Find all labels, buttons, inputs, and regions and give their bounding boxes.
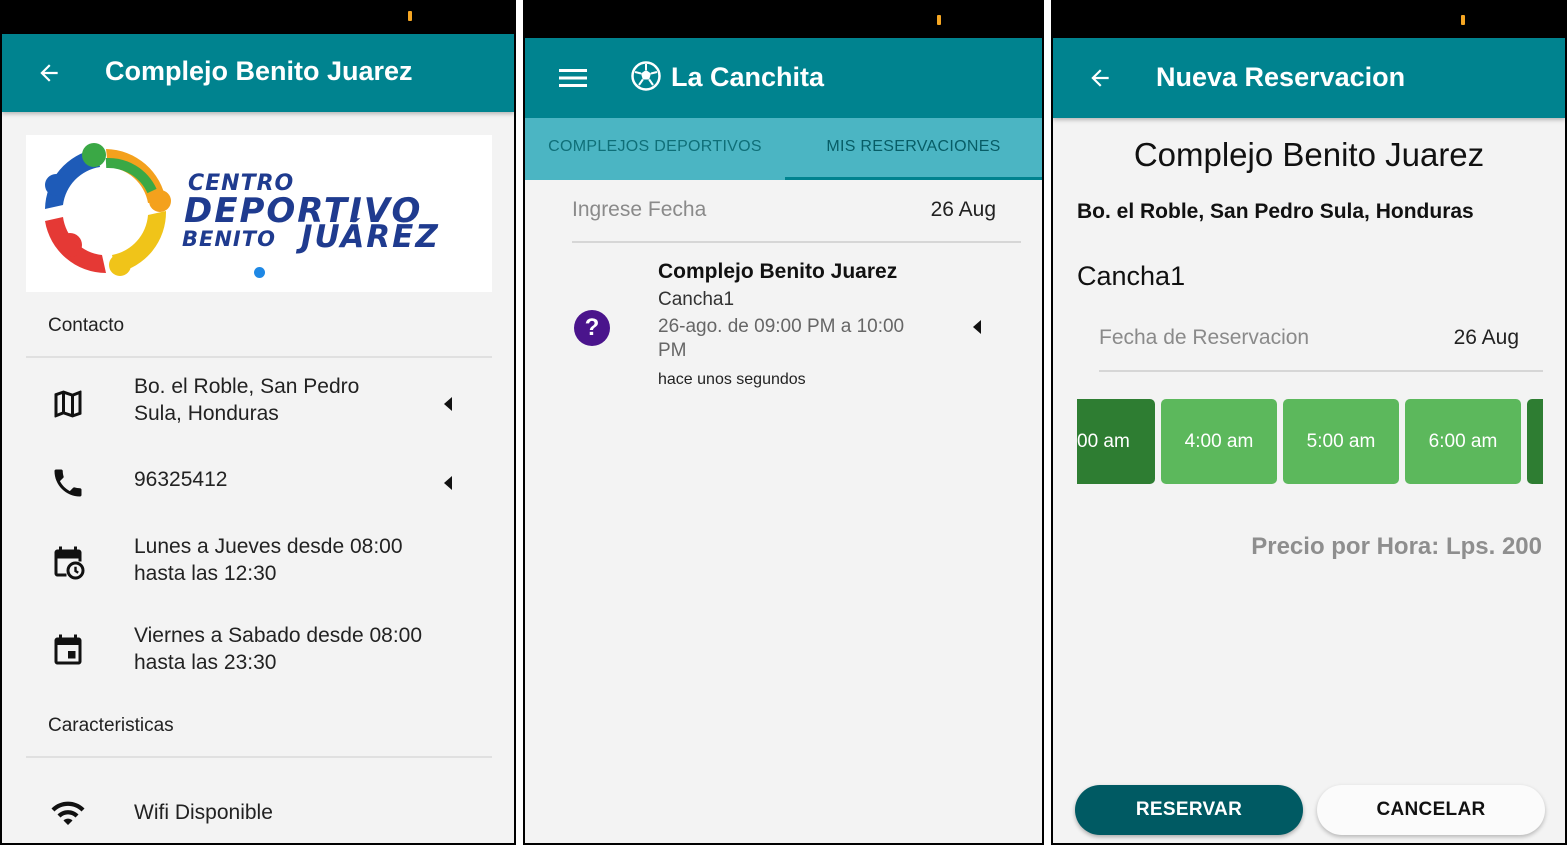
- date-field-value: 26 Aug: [930, 198, 996, 221]
- app-bar: Complejo Benito Juarez: [2, 34, 514, 112]
- reserve-button[interactable]: RESERVAR: [1075, 785, 1303, 835]
- tab-mis-reservaciones[interactable]: MIS RESERVACIONES: [785, 118, 1042, 180]
- help-icon: ?: [574, 310, 610, 346]
- complex-address: Bo. el Roble, San Pedro Sula, Honduras: [1077, 200, 1474, 223]
- logo-text-juarez: JUÁREZ: [301, 219, 440, 255]
- wifi-label: Wifi Disponible: [134, 801, 273, 824]
- active-tab-indicator: [785, 177, 1042, 180]
- expand-caret-icon[interactable]: [973, 320, 981, 334]
- weekday-hours-line-2: hasta las 12:30: [134, 562, 277, 585]
- back-arrow-icon[interactable]: [1087, 65, 1113, 91]
- date-field-label: Ingrese Fecha: [572, 198, 707, 221]
- complex-name: Complejo Benito Juarez: [1133, 136, 1485, 173]
- time-slot-selected[interactable]: 00 am: [1077, 399, 1155, 484]
- reservation-complex: Complejo Benito Juarez: [658, 260, 898, 283]
- tab-complejos-deportivos[interactable]: COMPLEJOS DEPORTIVOS: [525, 118, 785, 180]
- section-label-features: Caracteristicas: [48, 715, 174, 736]
- reservation-time-line-2: PM: [658, 340, 687, 361]
- section-label-contact: Contacto: [48, 315, 125, 336]
- page-title: Nueva Reservacion: [1156, 62, 1406, 92]
- price-per-hour: Precio por Hora: Lps. 200: [1251, 533, 1542, 560]
- soccer-ball-icon: [630, 60, 662, 92]
- expand-caret-icon[interactable]: [444, 476, 452, 490]
- weekend-hours-line-1: Viernes a Sabado desde 08:00: [134, 624, 423, 647]
- cancel-button[interactable]: CANCELAR: [1317, 785, 1545, 835]
- reservation-time: 26-ago. de 09:00 PM a 10:00 PM: [658, 315, 938, 363]
- expand-caret-icon[interactable]: [444, 397, 452, 411]
- weekday-hours-line-1: Lunes a Jueves desde 08:00: [134, 535, 403, 558]
- tab-bar: COMPLEJOS DEPORTIVOS MIS RESERVACIONES: [525, 118, 1042, 180]
- logo-carousel[interactable]: CENTRO DEPORTIVO BENITO JUÁREZ: [26, 135, 492, 292]
- status-bar: [1053, 2, 1565, 38]
- court-name: Cancha1: [1077, 261, 1186, 291]
- status-indicator: [937, 15, 941, 25]
- time-slot[interactable]: 5:00 am: [1283, 399, 1399, 484]
- date-field-label: Fecha de Reservacion: [1099, 326, 1310, 349]
- phone-icon: [50, 465, 86, 501]
- calendar-clock-icon: [50, 545, 86, 581]
- time-slot[interactable]: 4:00 am: [1161, 399, 1277, 484]
- address-line-2: Sula, Honduras: [134, 402, 279, 425]
- status-indicator: [1461, 15, 1465, 25]
- app-bar: Nueva Reservacion: [1053, 38, 1565, 118]
- app-title: La Canchita: [671, 62, 825, 92]
- reservation-timestamp: hace unos segundos: [658, 371, 806, 388]
- screen-my-reservations: La Canchita COMPLEJOS DEPORTIVOS MIS RES…: [523, 0, 1044, 845]
- app-bar: La Canchita: [525, 38, 1042, 118]
- reservation-court: Cancha1: [658, 289, 735, 310]
- logo-emblem: [45, 143, 171, 276]
- logo-text-benito: BENITO: [182, 227, 276, 251]
- divider: [26, 356, 492, 358]
- reservation-time-line-1: 26-ago. de 09:00 PM a 10:00: [658, 316, 905, 337]
- carousel-page-indicator: [254, 267, 265, 278]
- wifi-icon: [50, 795, 86, 831]
- page-title: Complejo Benito Juarez: [105, 56, 413, 86]
- back-arrow-icon[interactable]: [36, 60, 62, 86]
- date-field-value: 26 Aug: [1453, 326, 1519, 349]
- address-line-1: Bo. el Roble, San Pedro: [134, 375, 360, 398]
- status-bar: [525, 2, 1042, 38]
- screen-complex-detail: Complejo Benito Juarez CENTRO DEPORTIVO …: [0, 0, 516, 845]
- time-slot[interactable]: 6:00 am: [1405, 399, 1521, 484]
- time-slot-scroller[interactable]: 00 am 4:00 am 5:00 am 6:00 am: [1077, 399, 1543, 484]
- calendar-icon: [50, 633, 86, 669]
- date-field-underline: [1099, 370, 1543, 372]
- weekend-hours-line-2: hasta las 23:30: [134, 651, 277, 674]
- map-icon: [50, 386, 86, 422]
- divider: [26, 756, 492, 758]
- screen-new-reservation: Nueva Reservacion Complejo Benito Juarez…: [1051, 0, 1567, 845]
- phone-number: 96325412: [134, 468, 228, 491]
- status-bar: [2, 2, 514, 34]
- date-field-underline: [572, 241, 1021, 243]
- time-slot-partial[interactable]: [1527, 399, 1543, 484]
- status-indicator: [408, 11, 412, 21]
- menu-icon[interactable]: [559, 66, 587, 90]
